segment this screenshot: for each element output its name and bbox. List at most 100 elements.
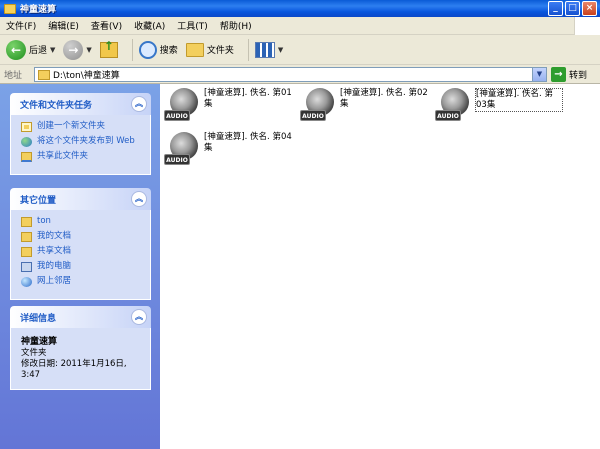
menu-tools[interactable]: 工具(T) [177,19,208,32]
details-body: 神童速算 文件夹 修改日期: 2011年1月16日, 3:47 [10,328,151,390]
collapse-icon[interactable]: ︽ [131,96,147,112]
task-share-folder[interactable]: 共享此文件夹 [21,151,142,162]
folder-icon [38,69,50,80]
audio-badge: AUDIO [435,110,461,121]
search-label: 搜索 [159,46,178,56]
audio-icon: AUDIO [164,88,200,124]
menu-file[interactable]: 文件(F) [6,19,36,32]
file-tasks-panel: 文件和文件夹任务 ︽ 创建一个新文件夹 将这个文件夹发布到 Web 共享此文件夹 [10,93,151,175]
chevron-down-icon[interactable]: ▼ [50,46,55,54]
other-places-header[interactable]: 其它位置 ︽ [10,188,151,210]
toolbar-divider [131,38,133,61]
new-folder-icon [21,122,32,132]
place-label: 我的文档 [37,231,72,241]
file-view: AUDIO [神童速算]. 佚名. 第01集 AUDIO [神童速算]. 佚名.… [160,84,600,449]
maximize-button[interactable]: □ [565,1,580,16]
views-icon [254,41,275,58]
folder-icon [4,3,16,14]
folder-icon [185,42,204,57]
folder-icon [21,232,32,242]
windows-logo [574,17,600,35]
details-header[interactable]: 详细信息 ︽ [10,306,151,328]
task-label: 将这个文件夹发布到 Web [37,136,135,146]
minimize-button[interactable]: _ [548,1,563,16]
task-pane: 文件和文件夹任务 ︽ 创建一个新文件夹 将这个文件夹发布到 Web 共享此文件夹… [0,84,160,449]
panel-title: 文件和文件夹任务 [20,100,93,111]
title-bar: 神童速算 _ □ × [0,0,600,17]
details-type: 文件夹 [21,348,47,358]
audio-icon: AUDIO [435,88,471,124]
toolbar-divider [247,38,249,61]
address-path: D:\ton\神童速算 [53,71,120,81]
place-label: 网上邻居 [37,276,72,286]
folder-icon [21,247,32,257]
close-button[interactable]: × [582,1,597,16]
address-input[interactable]: D:\ton\神童速算 ▼ [34,67,547,82]
share-folder-icon [21,152,32,162]
file-tasks-header[interactable]: 文件和文件夹任务 ︽ [10,93,151,115]
audio-icon: AUDIO [164,132,200,168]
details-folder-name: 神童速算 [21,337,58,347]
task-new-folder[interactable]: 创建一个新文件夹 [21,121,142,132]
task-publish-web[interactable]: 将这个文件夹发布到 Web [21,136,142,147]
place-label: 我的电脑 [37,261,72,271]
computer-icon [21,262,32,272]
window-title: 神童速算 [20,5,57,15]
audio-badge: AUDIO [164,154,190,165]
task-label: 创建一个新文件夹 [37,121,106,131]
file-item[interactable]: AUDIO [神童速算]. 佚名. 第03集 [435,88,570,128]
address-bar: 地址 D:\ton\神童速算 ▼ → 转到 [0,66,600,84]
other-places-body: ton 我的文档 共享文档 我的电脑 网上邻居 [10,210,151,300]
menu-favorites[interactable]: 收藏(A) [134,19,165,32]
up-button[interactable] [99,39,118,58]
file-name: [神童速算]. 佚名. 第01集 [204,88,292,109]
address-label: 地址 [4,71,23,81]
details-panel: 详细信息 ︽ 神童速算 文件夹 修改日期: 2011年1月16日, 3:47 [10,306,151,390]
other-places-panel: 其它位置 ︽ ton 我的文档 共享文档 我的电脑 网上邻居 [10,188,151,300]
network-icon [21,277,32,287]
audio-badge: AUDIO [164,110,190,121]
file-item[interactable]: AUDIO [神童速算]. 佚名. 第04集 [164,132,299,172]
file-item[interactable]: AUDIO [神童速算]. 佚名. 第01集 [164,88,299,128]
back-button[interactable]: ← 后退 ▼ [6,39,55,60]
search-icon [138,40,157,59]
place-my-computer[interactable]: 我的电脑 [21,261,142,272]
menu-bar: 文件(F) 编辑(E) 查看(V) 收藏(A) 工具(T) 帮助(H) [0,17,600,35]
menu-edit[interactable]: 编辑(E) [48,19,79,32]
place-network[interactable]: 网上邻居 [21,276,142,287]
chevron-down-icon[interactable]: ▼ [532,68,546,81]
menu-view[interactable]: 查看(V) [91,19,122,32]
file-name: [神童速算]. 佚名. 第04集 [204,132,292,153]
forward-arrow-icon: → [63,39,84,60]
file-name: [神童速算]. 佚名. 第02集 [340,88,428,109]
audio-badge: AUDIO [300,110,326,121]
chevron-down-icon[interactable]: ▼ [86,46,91,54]
back-label: 后退 [29,46,48,56]
collapse-icon[interactable]: ︽ [131,191,147,207]
folders-button[interactable]: 文件夹 [185,42,234,57]
place-my-documents[interactable]: 我的文档 [21,231,142,242]
file-name: [神童速算]. 佚名. 第03集 [475,88,563,112]
go-label: 转到 [569,71,588,81]
task-label: 共享此文件夹 [37,151,89,161]
place-ton[interactable]: ton [21,216,142,227]
panel-title: 详细信息 [20,313,57,324]
collapse-icon[interactable]: ︽ [131,309,147,325]
file-item[interactable]: AUDIO [神童速算]. 佚名. 第02集 [300,88,435,128]
place-label: 共享文档 [37,246,72,256]
folder-icon [21,217,32,227]
details-modified: 修改日期: 2011年1月16日, 3:47 [21,359,127,380]
search-button[interactable]: 搜索 [138,40,178,59]
menu-help[interactable]: 帮助(H) [220,19,252,32]
forward-button[interactable]: → ▼ [63,39,92,60]
views-button[interactable]: ▼ [254,41,283,58]
audio-icon: AUDIO [300,88,336,124]
place-shared-documents[interactable]: 共享文档 [21,246,142,257]
panel-title: 其它位置 [20,195,57,206]
go-button[interactable]: → 转到 [551,67,587,82]
back-arrow-icon: ← [6,39,26,60]
folder-up-icon [99,39,118,58]
web-publish-icon [21,137,32,147]
chevron-down-icon[interactable]: ▼ [278,46,283,54]
window-controls: _ □ × [548,1,597,16]
